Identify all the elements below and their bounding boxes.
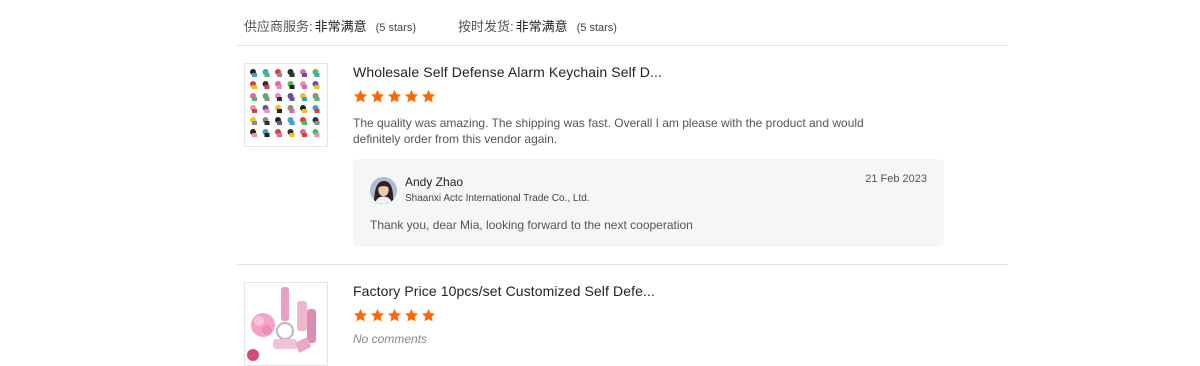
reply-date: 21 Feb 2023 xyxy=(865,173,927,185)
reply-text: Thank you, dear Mia, looking forward to … xyxy=(370,218,693,232)
rating-stars-text: (5 stars) xyxy=(576,22,617,34)
star-icon xyxy=(421,89,436,103)
star-icon xyxy=(421,308,436,322)
star-icon xyxy=(370,89,385,103)
review-text: The quality was amazing. The shipping wa… xyxy=(353,116,864,146)
star-rating xyxy=(353,308,953,324)
product-title-link[interactable]: Factory Price 10pcs/set Customized Self … xyxy=(353,283,953,299)
ratings-summary: 供应商服务: 非常满意 (5 stars) 按时发货: 非常满意 (5 star… xyxy=(244,16,659,35)
rating-on-time-delivery: 按时发货: 非常满意 (5 stars) xyxy=(458,16,617,35)
star-icon xyxy=(370,308,385,322)
star-icon xyxy=(387,308,402,322)
avatar-image xyxy=(370,177,397,204)
star-icon xyxy=(387,89,402,103)
rating-label: 按时发货: xyxy=(457,19,514,34)
avatar xyxy=(370,177,397,204)
product-title-link[interactable]: Wholesale Self Defense Alarm Keychain Se… xyxy=(353,64,953,80)
divider xyxy=(237,45,1008,46)
review-content: Factory Price 10pcs/set Customized Self … xyxy=(353,282,953,346)
product-thumbnail[interactable] xyxy=(244,282,328,366)
reply-author-name: Andy Zhao xyxy=(405,175,464,189)
star-icon xyxy=(353,308,368,322)
star-icon xyxy=(404,308,419,322)
rating-value: 非常满意 xyxy=(515,19,568,34)
rating-value: 非常满意 xyxy=(314,19,367,34)
rating-stars-text: (5 stars) xyxy=(375,22,416,34)
reply-company-name: Shaanxi Actc International Trade Co., Lt… xyxy=(405,193,590,204)
rating-label: 供应商服务: xyxy=(244,19,313,34)
product-thumbnail[interactable] xyxy=(244,63,328,147)
star-rating xyxy=(353,89,953,105)
no-comments-text: No comments xyxy=(353,332,428,346)
star-icon xyxy=(404,89,419,103)
divider xyxy=(237,264,1008,265)
star-icon xyxy=(353,89,368,103)
keychain-grid-image xyxy=(250,69,320,137)
supplier-reply: Andy Zhao Shaanxi Actc International Tra… xyxy=(353,159,944,247)
review-content: Wholesale Self Defense Alarm Keychain Se… xyxy=(353,63,953,147)
rating-supplier-service: 供应商服务: 非常满意 (5 stars) xyxy=(244,16,416,35)
pink-keychain-set-image xyxy=(245,283,327,365)
